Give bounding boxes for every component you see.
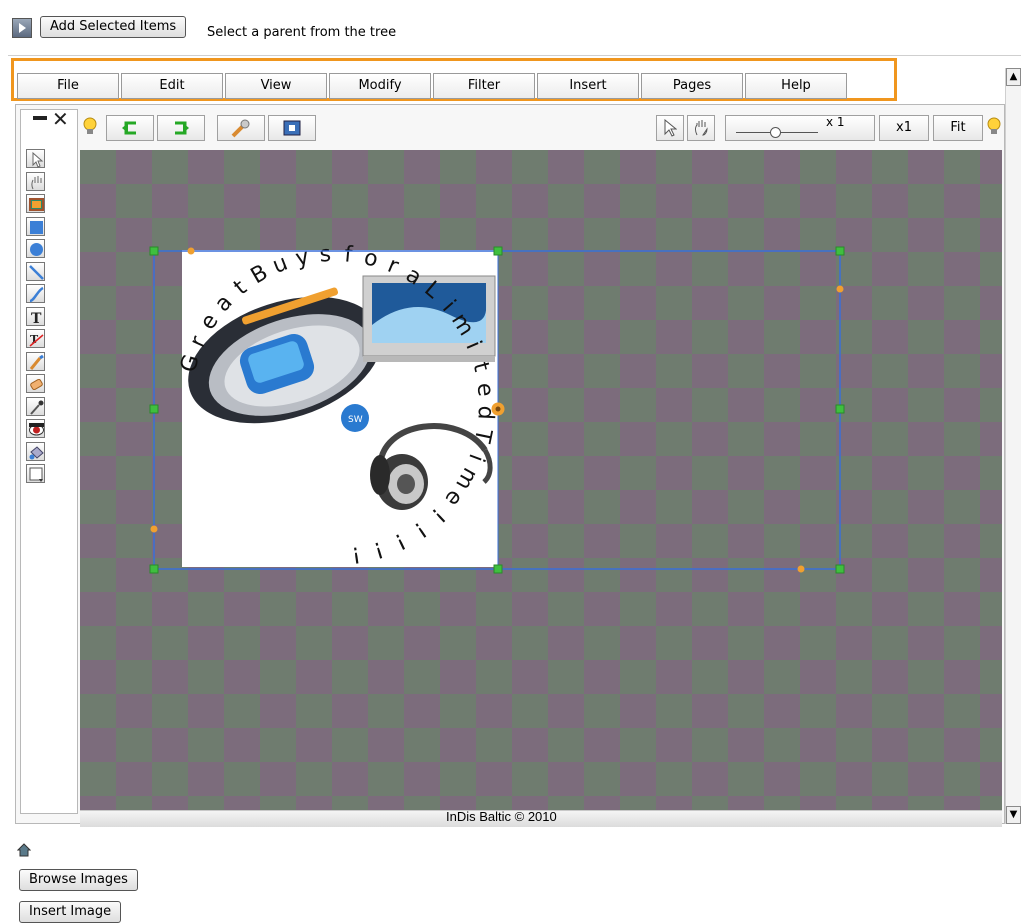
arrow-cursor-icon [664, 118, 678, 137]
curve-icon [29, 286, 44, 303]
eyedropper-icon [30, 400, 44, 415]
zoom-slider-knob[interactable] [770, 127, 782, 138]
add-selected-items-button[interactable]: Add Selected Items [40, 16, 187, 38]
paint-bucket-icon [29, 445, 44, 459]
canvas-svg: SW GreatBu y s f o r aLimitedTime!!!!! [80, 150, 1002, 810]
color-swatch-tool[interactable] [26, 464, 45, 483]
eyedropper-tool[interactable] [26, 396, 45, 416]
image-icon [29, 198, 44, 211]
circle-icon [30, 243, 43, 256]
collapse-panel-icon[interactable] [33, 116, 47, 120]
settings-button[interactable] [217, 115, 265, 141]
pointer-tool-button[interactable] [656, 115, 684, 141]
menu-filter[interactable]: Filter [433, 73, 535, 99]
image-tool[interactable] [26, 194, 45, 213]
svg-text:SW: SW [348, 415, 363, 425]
pan-tool-button[interactable] [687, 115, 715, 141]
select-arrow-tool[interactable] [26, 149, 45, 168]
menu-pages[interactable]: Pages [641, 73, 743, 99]
redo-icon [175, 121, 189, 135]
menu-edit[interactable]: Edit [121, 73, 223, 99]
hand-pan-tool[interactable] [26, 171, 45, 191]
select-arrow-icon [32, 151, 44, 168]
scroll-down-arrow-icon[interactable]: ▼ [1006, 806, 1021, 824]
menu-view[interactable]: View [225, 73, 327, 99]
eraser-icon [30, 378, 43, 391]
rectangle-tool[interactable] [26, 216, 45, 236]
text-tool[interactable]: T [26, 306, 45, 326]
expand-toggle[interactable] [12, 18, 32, 38]
home-icon[interactable] [16, 843, 32, 861]
redeye-icon [29, 423, 44, 436]
top-divider [8, 55, 1021, 56]
tool-panel [20, 109, 78, 814]
hint-bulb-right-icon[interactable] [986, 116, 1002, 140]
hint-text: Select a parent from the tree [207, 25, 397, 40]
undo-icon [122, 121, 136, 135]
menu-insert[interactable]: Insert [537, 73, 639, 99]
line-tool[interactable] [26, 261, 45, 281]
zoom-value: x 1 [826, 115, 845, 129]
resize-icon [283, 120, 301, 136]
paint-bucket-tool[interactable] [26, 441, 45, 461]
color-swatch-icon [29, 467, 43, 482]
brush-icon [29, 354, 44, 370]
menu-file[interactable]: File [17, 73, 119, 99]
brush-tool[interactable] [26, 351, 45, 371]
text-path-tool[interactable]: T [26, 329, 45, 348]
insert-image-button[interactable]: Insert Image [19, 901, 122, 923]
menu-modify[interactable]: Modify [329, 73, 431, 99]
zoom-x1-button[interactable]: x1 [879, 115, 929, 141]
svg-text:T: T [31, 311, 42, 326]
scroll-up-arrow-icon[interactable]: ▲ [1006, 68, 1021, 86]
hint-bulb-left-icon[interactable] [82, 116, 98, 140]
wrench-icon [231, 119, 250, 138]
hand-icon [695, 120, 708, 136]
zoom-fit-button[interactable]: Fit [933, 115, 983, 141]
text-icon: T [31, 311, 42, 326]
zoom-slider[interactable]: x 1 [725, 115, 875, 141]
circle-tool[interactable] [26, 239, 45, 258]
text-path-icon: T [29, 333, 44, 347]
curve-tool[interactable] [26, 284, 45, 303]
redeye-tool[interactable] [26, 419, 45, 438]
browse-images-button[interactable]: Browse Images [19, 869, 138, 891]
curved-text-letter: s [319, 242, 332, 268]
menu-help[interactable]: Help [745, 73, 847, 99]
line-icon [29, 264, 44, 280]
curved-text-letter: e [472, 382, 498, 398]
hand-pan-icon [31, 175, 42, 189]
play-arrow-icon [19, 23, 26, 33]
close-panel-icon[interactable]: ✕ [52, 107, 69, 131]
canvas-area[interactable]: SW Gr e a t Bu y s f o r a Li m i t e d Ti m e!!!!! [80, 150, 1002, 810]
copyright-text: InDis Baltic © 2010 [446, 809, 557, 824]
eraser-tool[interactable] [26, 374, 45, 393]
rectangle-icon [30, 220, 43, 234]
undo-button[interactable] [106, 115, 154, 141]
fit-canvas-button[interactable] [268, 115, 316, 141]
redo-button[interactable] [157, 115, 205, 141]
vertical-scrollbar[interactable]: ▲ ▼ [1005, 68, 1021, 824]
